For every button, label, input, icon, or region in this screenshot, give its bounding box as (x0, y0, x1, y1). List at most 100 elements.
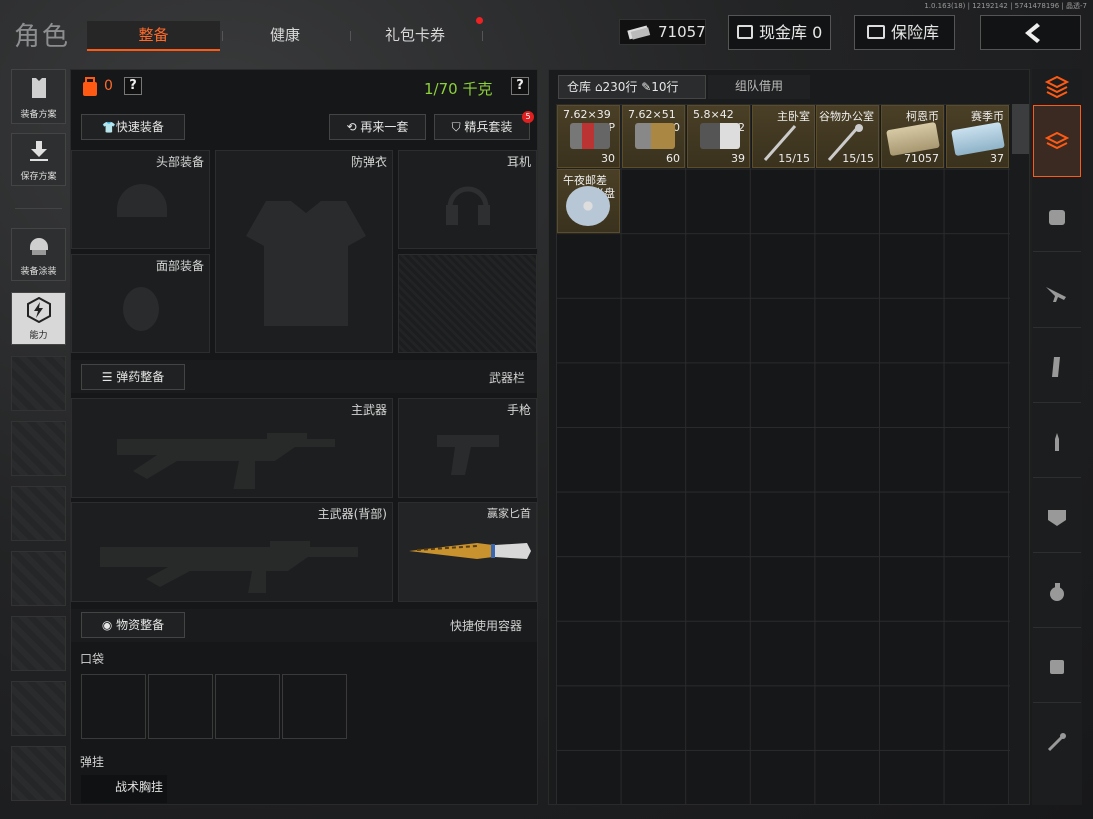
item-count: 15/15 (778, 152, 810, 165)
knife-icon (409, 543, 531, 559)
tab-team-borrow[interactable]: 组队借用 (708, 75, 810, 99)
layers-icon (1044, 131, 1070, 150)
item-ammo-762x51[interactable]: 7.62×51M8060 (622, 105, 685, 168)
category-bullet[interactable] (1033, 406, 1081, 478)
item-count: 37 (990, 152, 1004, 165)
tab-equip[interactable]: 整备 (87, 21, 220, 51)
slot-label: 主武器 (350, 403, 387, 417)
ammo-box-icon (635, 123, 675, 149)
disc-icon (566, 186, 610, 226)
rail-empty-slot (11, 356, 66, 411)
rail-divider (15, 208, 62, 209)
armor-plate-icon (1048, 509, 1066, 526)
help-icon[interactable]: ? (124, 77, 142, 95)
pocket-slot[interactable] (148, 674, 213, 739)
quick-container-label: 快捷使用容器 (450, 619, 523, 633)
rail-save-plan[interactable]: 保存方案 (11, 133, 66, 186)
item-koen-coin[interactable]: 柯恩币 71057 (881, 105, 944, 168)
grenade-icon (1050, 582, 1064, 601)
supplies-icon (1050, 659, 1064, 674)
pistol-slot[interactable]: 手枪 (398, 398, 537, 498)
rail-label: 能力 (29, 331, 48, 341)
rig-label: 弹挂 (80, 755, 105, 769)
pocket-slot[interactable] (215, 674, 280, 739)
category-grenade[interactable] (1033, 556, 1081, 628)
back-button[interactable] (980, 15, 1081, 50)
elite-label: 精兵套装 (464, 120, 513, 134)
category-all[interactable] (1033, 69, 1081, 105)
item-season-coin[interactable]: 赛季币 37 (946, 105, 1009, 168)
item-ammo-58x42[interactable]: 5.8×42DVC1239 (687, 105, 750, 168)
insurance-label: 保险库 (891, 23, 940, 42)
stack-icon (1044, 75, 1070, 99)
pocket-slot[interactable] (282, 674, 347, 739)
category-magazine[interactable] (1033, 331, 1081, 403)
safe-icon (867, 25, 885, 39)
item-count: 30 (601, 152, 615, 165)
vault-icon (737, 25, 753, 39)
cash-vault-button[interactable]: 现金库 0 (728, 15, 831, 50)
quick-equip-button[interactable]: 👕快速装备 (81, 114, 185, 140)
item-ammo-762x39[interactable]: 7.62×39BP30 (557, 105, 620, 168)
armor-slot[interactable]: 防弹衣 (215, 150, 393, 353)
pistol-silhouette-icon (437, 435, 499, 475)
rig-slot[interactable]: 战术胸挂 (81, 775, 167, 803)
ear-slot[interactable]: 耳机 (398, 150, 537, 249)
cash-bundle-icon (951, 121, 1005, 157)
category-rifle[interactable] (1033, 256, 1081, 328)
rail-skin[interactable]: 装备涂装 (11, 228, 66, 281)
weight-display: 1/70 千克 (424, 80, 493, 98)
category-layers[interactable] (1033, 105, 1081, 177)
shirt-icon: 👕 (102, 121, 116, 134)
magazine-icon (1052, 356, 1060, 377)
notification-dot (476, 17, 483, 24)
item-disc[interactable]: 午夜邮差光盘 (557, 169, 620, 233)
slot-label: 耳机 (506, 155, 531, 169)
item-count: 15/15 (842, 152, 874, 165)
item-title: 7.62×51 (628, 108, 676, 121)
slot-label: 头部装备 (155, 155, 204, 169)
pocket-slot[interactable] (81, 674, 146, 739)
supply-prep-button[interactable]: ◉ 物资整备 (81, 612, 185, 638)
category-supplies[interactable] (1033, 631, 1081, 703)
rail-label: 装备方案 (20, 110, 57, 120)
rail-ability[interactable]: 能力 (11, 292, 66, 345)
vest-icon (32, 78, 46, 98)
primary-back-slot[interactable]: 主武器(背部) (71, 502, 393, 602)
warehouse-scrollbar[interactable] (1012, 104, 1029, 154)
head-slot[interactable]: 头部装备 (71, 150, 210, 249)
ammo-prep-label: 弹药整备 (116, 370, 165, 384)
ammo-prep-button[interactable]: ☰ 弹药整备 (81, 364, 185, 390)
melee-slot[interactable]: 赢家匕首 (398, 502, 537, 602)
rail-loadout-plan[interactable]: 装备方案 (11, 69, 66, 124)
armor-silhouette-icon (246, 201, 366, 326)
tab-warehouse[interactable]: 仓库 ⌂230行 ✎10行 (558, 75, 706, 99)
item-key-office[interactable]: 谷物办公室 15/15 (816, 105, 879, 168)
elite-badge: 5 (522, 111, 534, 123)
insurance-button[interactable]: 保险库 (854, 15, 955, 50)
item-count: 39 (731, 152, 745, 165)
tab-divider (482, 31, 483, 41)
category-armor[interactable] (1033, 481, 1081, 553)
locked-slot (398, 254, 537, 353)
supply-prep-label: 物资整备 (116, 618, 165, 632)
ammo-box-icon (700, 123, 740, 149)
tab-health[interactable]: 健康 (226, 21, 344, 51)
backpack-icon (83, 77, 97, 96)
category-backpack[interactable] (1033, 180, 1081, 252)
shield-icon: ⛉ (451, 120, 465, 134)
helmet-silhouette-icon (117, 184, 167, 217)
face-slot[interactable]: 面部装备 (71, 254, 210, 353)
rifle-back-silhouette-icon (100, 541, 358, 593)
rifle-silhouette-icon (117, 433, 335, 489)
elite-kit-button[interactable]: ⛉ 精兵套装 (434, 114, 530, 140)
money-icon (627, 25, 651, 40)
tab-gift[interactable]: 礼包卡券 (352, 21, 478, 51)
pocket-label: 口袋 (80, 652, 105, 666)
rail-empty-slot (11, 421, 66, 476)
category-key[interactable] (1033, 706, 1081, 778)
primary-weapon-slot[interactable]: 主武器 (71, 398, 393, 498)
item-key-bedroom[interactable]: 主卧室 15/15 (752, 105, 815, 168)
again-button[interactable]: ⟲ 再来一套 (329, 114, 426, 140)
weight-help-icon[interactable]: ? (511, 77, 529, 95)
